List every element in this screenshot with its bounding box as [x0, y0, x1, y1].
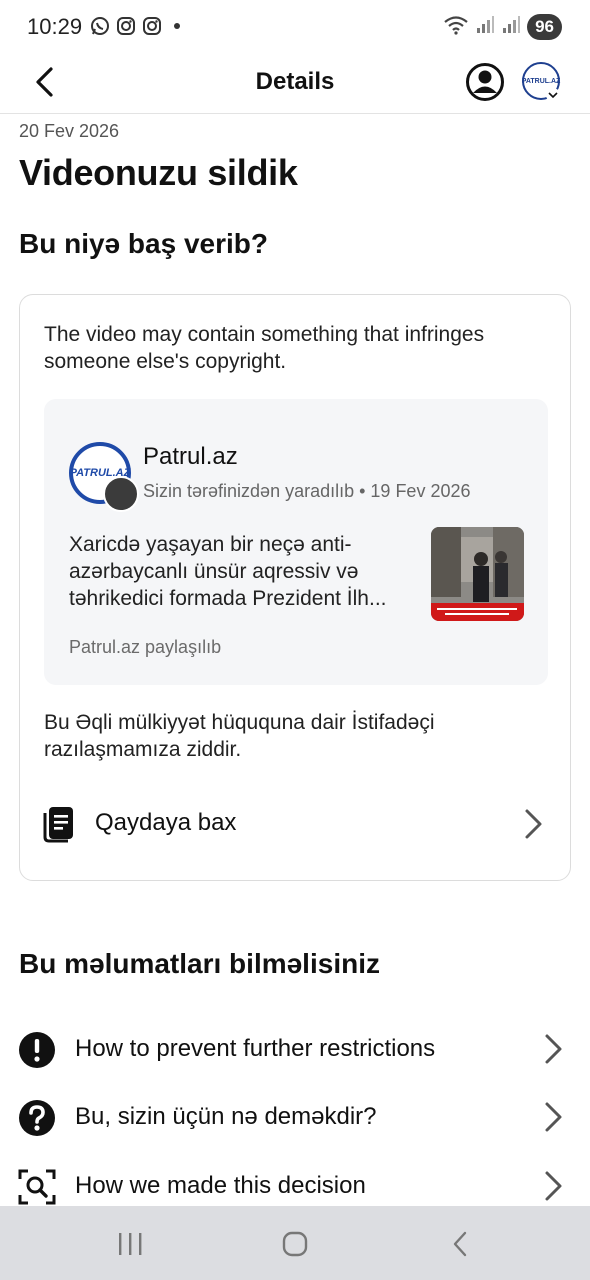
post-preview[interactable]: PATRUL.AZ Patrul.az Sizin tərəfinizdən y… — [44, 399, 548, 685]
post-thumbnail — [431, 527, 524, 621]
post-text: Xaricdə yaşayan bir neçə anti-azərbaycan… — [69, 533, 387, 610]
view-rule-label: Qaydaya bax — [95, 809, 237, 836]
page-title: Videonuzu sildik — [19, 152, 298, 193]
chevron-down-icon — [546, 88, 560, 102]
home-button[interactable] — [275, 1224, 315, 1264]
list-item-prevent-restrictions[interactable]: How to prevent further restrictions — [0, 1018, 590, 1080]
reason-text: The video may contain something that inf… — [44, 323, 485, 373]
status-bar: 10:29 96 — [0, 0, 590, 56]
home-icon — [282, 1231, 308, 1257]
list-item-what-it-means[interactable]: Bu, sizin üçün nə deməkdir? — [0, 1086, 590, 1148]
signal-icon — [501, 15, 521, 40]
post-author-name: Patrul.az — [143, 443, 238, 470]
list-item-label: How we made this decision — [75, 1172, 366, 1199]
reason-card: The video may contain something that inf… — [19, 294, 571, 881]
profile-icon — [466, 63, 504, 101]
rulebook-icon — [43, 807, 73, 843]
back-icon — [453, 1231, 467, 1257]
question-icon — [19, 1100, 55, 1136]
instagram-icon — [142, 16, 162, 36]
policy-text: Bu Əqli mülkiyyət hüququna dair İstifadə… — [44, 711, 435, 761]
post-author-avatar: PATRUL.AZ — [69, 442, 139, 512]
account-switcher-avatar[interactable]: PATRUL.AZ — [521, 62, 561, 102]
exclamation-icon — [19, 1032, 55, 1068]
profile-button[interactable] — [465, 62, 505, 102]
profile-photo-badge — [103, 476, 139, 512]
chevron-right-icon — [525, 809, 542, 839]
notice-date: 20 Fev 2026 — [19, 121, 120, 141]
system-navigation-bar — [0, 1206, 590, 1280]
app-header: Details PATRUL.AZ — [0, 56, 590, 114]
whatsapp-icon — [90, 16, 110, 36]
instagram-icon — [116, 16, 136, 36]
more-notifications-dot-icon — [174, 23, 180, 29]
recent-apps-button[interactable] — [110, 1224, 150, 1264]
recent-apps-icon — [119, 1233, 142, 1255]
avatar-label: PATRUL.AZ — [521, 77, 561, 85]
battery-indicator: 96 — [527, 14, 562, 40]
post-meta: Sizin tərəfinizdən yaradılıb • 19 Fev 20… — [143, 481, 471, 501]
list-item-label: Bu, sizin üçün nə deməkdir? — [75, 1103, 377, 1130]
know-heading: Bu məlumatları bilməlisiniz — [19, 948, 380, 979]
system-status: 96 — [443, 14, 562, 40]
chevron-right-icon — [545, 1034, 562, 1064]
view-rule-link[interactable]: Qaydaya bax — [20, 795, 572, 855]
chevron-right-icon — [545, 1171, 562, 1201]
wifi-icon — [443, 15, 469, 40]
chevron-right-icon — [545, 1102, 562, 1132]
list-item-label: How to prevent further restrictions — [75, 1035, 436, 1062]
system-back-button[interactable] — [440, 1224, 480, 1264]
post-shared-by: Patrul.az paylaşılıb — [69, 637, 222, 657]
search-scan-icon — [18, 1169, 56, 1205]
signal-icon — [475, 15, 495, 40]
why-heading: Bu niyə baş verib? — [19, 228, 268, 259]
notification-icons — [90, 16, 180, 36]
status-time: 10:29 — [27, 14, 83, 39]
